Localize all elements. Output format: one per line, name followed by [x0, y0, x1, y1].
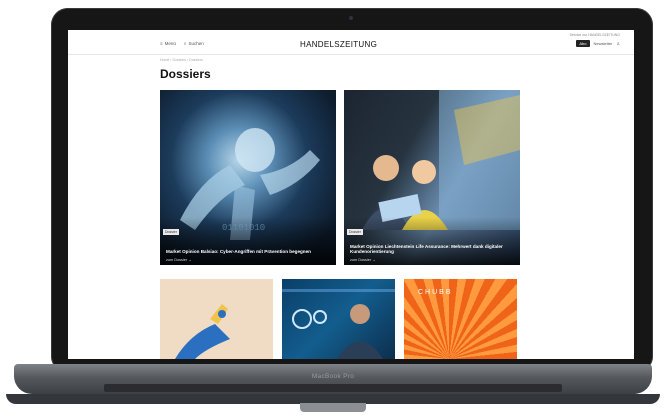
dossier-card-3[interactable]	[160, 279, 273, 359]
breadcrumb[interactable]: Home › Dossiers › Dossiers	[160, 58, 203, 62]
card-link[interactable]: zum Dossier →	[350, 258, 376, 262]
search-icon: ⌕	[183, 41, 187, 46]
card-link[interactable]: zum Dossier →	[166, 258, 192, 262]
card-tag: Dossier	[347, 229, 363, 235]
trackpad-notch	[300, 403, 366, 412]
hamburger-icon: ≡	[160, 41, 163, 46]
chubb-logo: CHUBB	[418, 289, 453, 296]
tech-person-image	[282, 289, 395, 359]
menu-label: Menü	[164, 41, 176, 46]
laptop-mockup: Service zur HANDELSZEITUNG ≡ Menü ⌕ Such…	[0, 0, 666, 418]
header-divider	[68, 54, 634, 55]
user-icon[interactable]: ♙	[616, 41, 620, 46]
nav-left: ≡ Menü ⌕ Suchen	[160, 41, 204, 46]
search-label: Suchen	[188, 41, 204, 46]
dossier-card-2[interactable]: Dossier Market Opinion Liechtenstein Lif…	[344, 90, 520, 265]
card-title[interactable]: Market Opinion Balsiao: Cyber-Angriffen …	[166, 249, 330, 255]
top-service-text: Service zur HANDELSZEITUNG	[569, 33, 620, 37]
model-label: MacBook Pro	[311, 373, 355, 380]
camera-icon	[349, 16, 353, 20]
menu-button[interactable]: ≡ Menü	[160, 41, 176, 46]
page-title: Dossiers	[160, 67, 211, 81]
card-tag: Dossier	[163, 229, 179, 235]
nav-right: Abo Newsletter ♙	[576, 40, 620, 47]
browser-screen: Service zur HANDELSZEITUNG ≡ Menü ⌕ Such…	[68, 30, 634, 359]
brand-logo[interactable]: HANDELSZEITUNG	[300, 40, 377, 49]
search-button[interactable]: ⌕ Suchen	[184, 41, 204, 46]
dossier-card-4[interactable]	[282, 279, 395, 359]
dossier-card-1[interactable]: 01101010 Dossier Market Opinion Balsiao:…	[160, 90, 336, 265]
newsletter-link[interactable]: Newsletter	[594, 41, 613, 46]
card-title[interactable]: Market Opinion Liechtenstein Life Assura…	[350, 244, 514, 255]
abo-button[interactable]: Abo	[576, 40, 590, 47]
keyboard-edge	[104, 384, 562, 392]
dossier-card-5[interactable]: CHUBB	[404, 279, 517, 359]
illustration-image	[175, 304, 230, 359]
